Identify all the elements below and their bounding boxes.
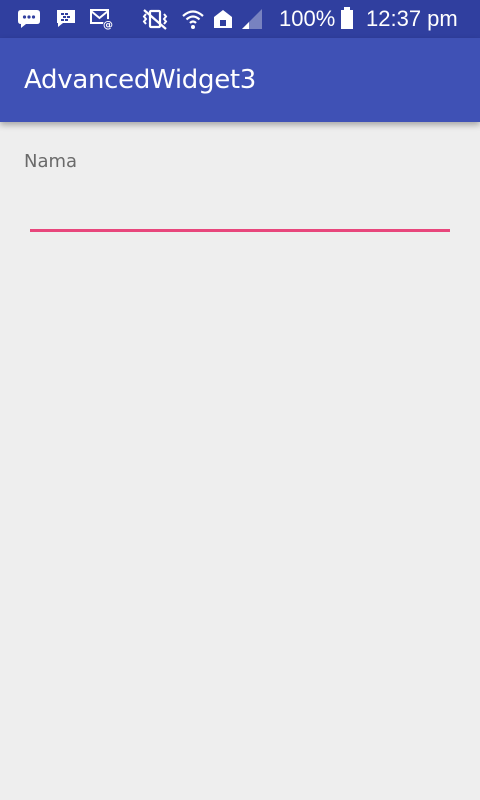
app-bar: AdvancedWidget3	[0, 38, 480, 122]
wifi-icon	[181, 7, 205, 31]
name-input[interactable]	[30, 188, 450, 232]
email-icon: @	[89, 7, 115, 31]
bbm-icon	[54, 7, 78, 31]
clock-text: 12:37 pm	[366, 6, 458, 31]
battery-percent-text: 100%	[279, 6, 336, 31]
app-title: AdvancedWidget3	[24, 65, 257, 95]
chat-bubble-icon	[16, 7, 42, 31]
home-network-icon	[212, 7, 234, 31]
status-bar: @ 100% 12:37 pm	[0, 0, 480, 38]
vibrate-icon	[140, 7, 170, 31]
name-label: Nama	[24, 151, 78, 172]
svg-text:@: @	[103, 20, 113, 31]
signal-icon	[240, 7, 264, 31]
battery-icon	[339, 7, 355, 31]
